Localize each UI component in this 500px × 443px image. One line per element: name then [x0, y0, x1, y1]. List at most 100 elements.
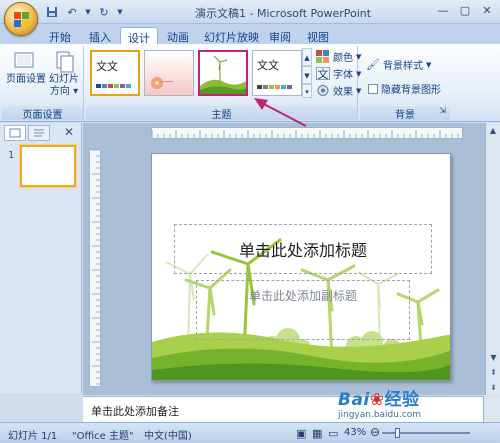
background-styles-button[interactable]: 🖌 背景样式 ▼ — [366, 56, 431, 73]
zoom-out-icon[interactable]: ⊖ — [370, 425, 380, 439]
theme-effects-icon — [317, 85, 329, 96]
scroll-down-icon[interactable]: ▼ — [486, 350, 500, 365]
next-slide-icon[interactable]: ⇟ — [486, 380, 500, 395]
tab-design[interactable]: 设计 — [120, 27, 158, 45]
dropdown-arrow-icon[interactable]: ▼ — [84, 4, 92, 20]
quick-access-toolbar: ↶ ▼ ↻ ▼ — [44, 4, 124, 20]
hide-background-checkbox-box[interactable] — [368, 83, 378, 94]
theme-green-wind-preview — [200, 55, 246, 94]
background-styles-dropdown-icon: ▼ — [426, 60, 432, 69]
hide-background-label: 隐藏背景图形 — [381, 85, 441, 96]
baidu-jingyan-watermark: Bai❀经验 jingyan.baidu.com — [338, 385, 478, 420]
gallery-scroll-up-icon[interactable]: ▲ — [302, 48, 312, 66]
tab-home[interactable]: 开始 — [42, 27, 78, 44]
slide-editor: 单击此处添加标题 单击此处添加副标题 ▲ ▼ ⇞ ⇟ — [83, 123, 500, 395]
page-setup-icon — [14, 52, 34, 68]
zoom-slider-thumb[interactable] — [395, 428, 401, 438]
theme-plain-colors — [257, 85, 292, 89]
watermark-url: jingyan.baidu.com — [338, 410, 422, 420]
save-icon[interactable] — [44, 4, 60, 20]
annotation-arrow-icon — [254, 98, 307, 127]
theme-gallery-scroll: ▲ ▼ ▾ — [302, 48, 312, 102]
slide-orientation-label-2: 方向 ▾ — [49, 86, 79, 97]
background-group-label: 背景 ⇲ — [360, 106, 450, 121]
theme-gallery: 文文 文文 — [90, 48, 314, 102]
slide-sorter-view-icon[interactable]: ▦ — [312, 427, 322, 440]
slides-pane-tabs: ✕ — [4, 125, 80, 141]
page-setup-group-label: 页面设置 — [2, 106, 83, 121]
gallery-scroll-down-icon[interactable]: ▼ — [302, 66, 312, 84]
slide-thumbnail-number: 1 — [8, 150, 15, 161]
slide-orientation-label-1: 幻灯片 — [49, 74, 79, 85]
editor-vertical-scrollbar[interactable]: ▲ ▼ ⇞ ⇟ — [485, 123, 500, 395]
page-setup-button[interactable]: 页面设置 — [6, 50, 46, 102]
powerpoint-window: ↶ ▼ ↻ ▼ 演示文稿1 - Microsoft PowerPoint — ▢… — [0, 0, 500, 443]
theme-office-colors — [96, 84, 131, 88]
slides-pane: ✕ 1 — [0, 123, 82, 393]
subtitle-placeholder[interactable]: 单击此处添加副标题 — [196, 280, 410, 340]
theme-colors-label: 颜色 — [333, 53, 353, 64]
theme-colors-icon — [316, 50, 329, 63]
watermark-brand-suffix: 经验 — [384, 390, 420, 410]
page-setup-label: 页面设置 — [6, 74, 46, 85]
window-controls: — ▢ ✕ — [432, 1, 498, 19]
normal-view-icon[interactable]: ▣ — [296, 427, 306, 440]
theme-flower-preview — [151, 77, 173, 89]
title-bar: ↶ ▼ ↻ ▼ 演示文稿1 - Microsoft PowerPoint — ▢… — [0, 0, 500, 36]
background-styles-icon: 🖌 — [366, 58, 380, 71]
theme-office-sample: 文文 — [96, 60, 118, 73]
undo-icon[interactable]: ↶ — [64, 4, 80, 20]
vertical-ruler-ticks — [92, 150, 100, 385]
theme-plain[interactable]: 文文 — [252, 50, 302, 96]
tab-slides[interactable] — [4, 125, 26, 141]
customize-qat-icon[interactable]: ▼ — [116, 4, 124, 20]
slide-thumbnail[interactable] — [20, 145, 76, 187]
notes-scrollbar[interactable] — [483, 396, 500, 422]
tab-view[interactable]: 视图 — [300, 27, 336, 44]
theme-fonts-button[interactable]: 文 字体 ▼ — [316, 65, 361, 82]
theme-office[interactable]: 文文 — [90, 50, 140, 96]
redo-icon[interactable]: ↻ — [96, 4, 112, 20]
tab-review[interactable]: 审阅 — [262, 27, 298, 44]
page-setup-group: 页面设置 幻灯片 方向 ▾ 页面设置 — [2, 46, 84, 121]
tab-slide-show[interactable]: 幻灯片放映 — [197, 27, 266, 44]
themes-group-label: 主题 — [86, 106, 357, 121]
theme-name: "Office 主题" — [72, 431, 134, 442]
slide-canvas[interactable]: 单击此处添加标题 单击此处添加副标题 — [151, 153, 451, 381]
office-button[interactable] — [4, 2, 38, 36]
title-placeholder[interactable]: 单击此处添加标题 — [174, 224, 432, 274]
theme-flower[interactable] — [144, 50, 194, 96]
background-styles-label: 背景样式 — [383, 61, 423, 72]
theme-effects-button[interactable]: 效果 ▼ — [316, 82, 361, 99]
close-icon[interactable]: ✕ — [476, 1, 498, 19]
background-dialog-launcher-icon[interactable]: ⇲ — [439, 106, 446, 115]
zoom-percent[interactable]: 43% — [344, 427, 366, 438]
watermark-brand: Bai — [338, 390, 370, 410]
zoom-slider[interactable] — [382, 428, 470, 438]
slide-orientation-button[interactable]: 幻灯片 方向 ▾ — [46, 50, 82, 102]
close-pane-icon[interactable]: ✕ — [64, 125, 74, 139]
status-bar: 幻灯片 1/1 "Office 主题" 中文(中国) ▣ ▦ ▭ 43% ⊖ — [0, 422, 500, 443]
theme-colors-button[interactable]: 颜色 ▼ — [316, 48, 361, 65]
theme-plain-sample: 文文 — [257, 59, 279, 72]
language-indicator: 中文(中国) — [144, 431, 192, 442]
window-title: 演示文稿1 - Microsoft PowerPoint — [195, 7, 372, 20]
minimize-icon[interactable]: — — [432, 1, 454, 19]
prev-slide-icon[interactable]: ⇞ — [486, 365, 500, 380]
theme-effects-label: 效果 — [333, 87, 353, 98]
theme-fonts-label: 字体 — [333, 70, 353, 81]
scroll-up-icon[interactable]: ▲ — [486, 123, 500, 138]
theme-green-wind[interactable] — [198, 50, 248, 96]
vertical-ruler[interactable] — [89, 149, 101, 387]
tab-insert[interactable]: 插入 — [82, 27, 118, 44]
tab-animations[interactable]: 动画 — [160, 27, 196, 44]
maximize-icon[interactable]: ▢ — [454, 1, 476, 19]
slide-show-view-icon[interactable]: ▭ — [328, 427, 338, 440]
ribbon-tabs: 开始 插入 设计 动画 幻灯片放映 审阅 视图 — [0, 24, 500, 45]
office-logo-icon — [14, 12, 29, 27]
hide-background-checkbox[interactable]: 隐藏背景图形 — [368, 80, 441, 97]
baidu-paw-icon: ❀ — [369, 390, 385, 410]
theme-fonts-icon: 文 — [316, 67, 330, 81]
slide-orientation-icon — [56, 51, 74, 73]
tab-outline[interactable] — [28, 125, 50, 141]
